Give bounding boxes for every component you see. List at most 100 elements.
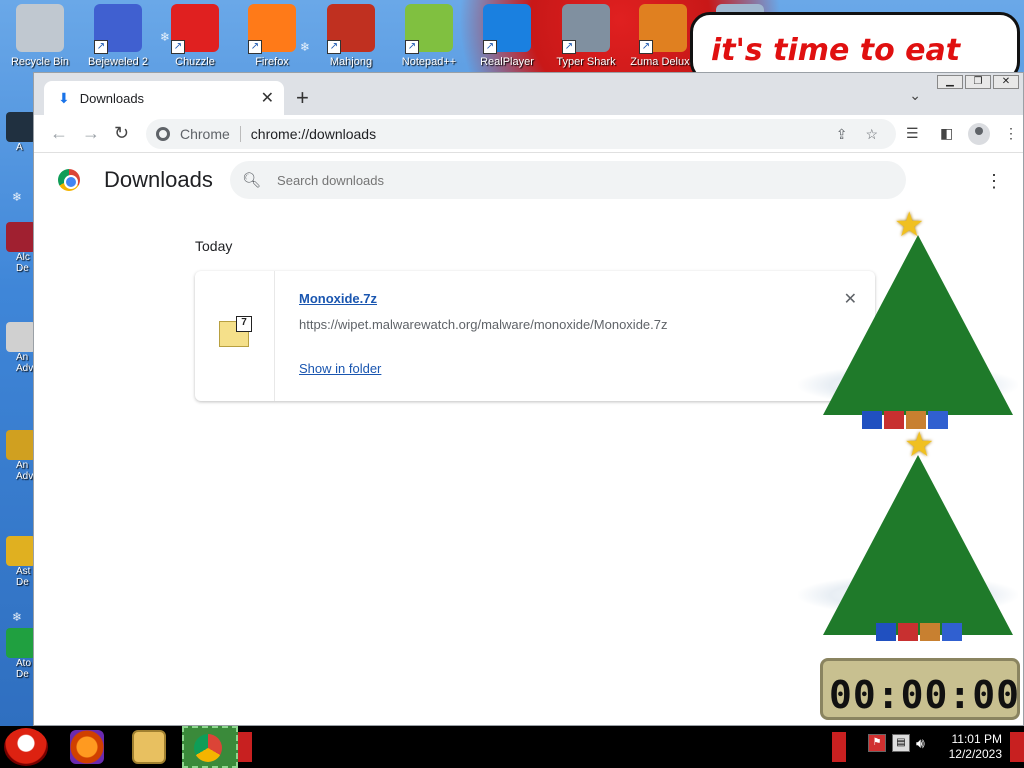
bookmark-star-icon[interactable]: ☆ [865, 126, 878, 143]
shortcut-arrow-icon: ↗ [483, 40, 497, 54]
volume-icon[interactable]: 🔊︎ [916, 735, 925, 752]
snowflake-icon: ❄ [12, 190, 23, 204]
page-title: Downloads [104, 167, 213, 192]
star-icon: ★ [904, 425, 935, 465]
menu-kebab-icon[interactable]: ⋮ [1004, 125, 1018, 142]
download-icon: ⬇ [58, 89, 70, 106]
desktop-icon[interactable]: ↗ Mahjong [313, 4, 389, 68]
tab-close-icon[interactable]: ✕ [261, 88, 274, 108]
shortcut-arrow-icon: ↗ [171, 40, 185, 54]
app-icon: ↗ [405, 4, 453, 54]
shortcut-arrow-icon: ↗ [562, 40, 576, 54]
desktop-icon-label: RealPlayer [480, 56, 534, 68]
snowflake-icon: ❄ [12, 610, 23, 624]
download-source-url: https://wipet.malwarewatch.org/malware/m… [299, 317, 668, 332]
start-button[interactable] [4, 728, 48, 766]
desktop-icon-label: Mahjong [329, 56, 373, 68]
taskbar-clock[interactable]: 11:01 PM 12/2/2023 [946, 732, 1002, 762]
system-tray: ⚑ ▤ 🔊︎ [868, 734, 925, 752]
forward-button[interactable]: → [82, 123, 100, 144]
back-button[interactable]: ← [50, 123, 68, 144]
clock-date: 12/2/2023 [948, 747, 1002, 761]
date-section-label: Today [195, 238, 233, 254]
desktop-icon[interactable]: An Adv [6, 430, 36, 482]
side-panel-icon[interactable]: ◧ [940, 125, 953, 142]
desktop-icon-label: Chuzzle [175, 56, 215, 68]
tree-cone [823, 455, 1013, 635]
app-icon [6, 322, 36, 352]
search-icon: 🔍︎ [242, 172, 262, 189]
reading-list-icon[interactable]: ☰ [906, 125, 919, 142]
desktop-icon[interactable]: ↗ Typer Shark [548, 4, 624, 68]
shortcut-arrow-icon: ↗ [94, 40, 108, 54]
downloads-header: Downloads 🔍︎ ⋮ [34, 153, 1023, 205]
desktop-icon-label: Bejeweled 2 [88, 56, 148, 68]
profile-avatar[interactable] [968, 123, 990, 145]
tray-network-icon[interactable]: ▤ [892, 734, 910, 752]
clock-widget[interactable]: 00:00:00 [820, 658, 1020, 720]
reload-button[interactable]: ↻ [114, 123, 129, 144]
tray-flag-icon[interactable]: ⚑ [868, 734, 886, 752]
christmas-tree-top: ★ [798, 205, 1018, 445]
desktop-icon[interactable]: A [6, 112, 36, 156]
tab-title: Downloads [79, 90, 145, 106]
app-icon: ↗ [94, 4, 142, 54]
gift-boxes [876, 623, 962, 641]
downloads-search[interactable]: 🔍︎ [230, 161, 906, 199]
star-icon: ★ [894, 205, 925, 245]
taskbar-firefox-icon[interactable] [70, 730, 104, 764]
desktop-icon[interactable]: ↗ Notepad++ [391, 4, 467, 68]
more-actions-icon[interactable]: ⋮ [985, 171, 1003, 192]
taskbar-chrome-button[interactable] [182, 726, 238, 768]
app-icon [6, 628, 36, 658]
tab-downloads[interactable]: ⬇ Downloads ✕ [44, 81, 284, 115]
desktop-icon[interactable]: Alc De [6, 222, 36, 274]
address-bar[interactable]: Chrome chrome://downloads ⇪ ☆ [146, 119, 896, 149]
app-icon [6, 222, 36, 252]
taskbar-explorer-icon[interactable] [132, 730, 166, 764]
download-item: Monoxide.7z https://wipet.malwarewatch.o… [195, 271, 875, 401]
app-icon: ↗ [248, 4, 296, 54]
url-text[interactable]: chrome://downloads [251, 126, 836, 142]
shortcut-arrow-icon: ↗ [639, 40, 653, 54]
new-tab-button[interactable]: + [296, 85, 309, 111]
christmas-tree-bottom: ★ [798, 425, 1018, 665]
taskbar-divider [238, 732, 252, 762]
app-icon: ↗ [483, 4, 531, 54]
maximize-button[interactable]: ❐ [965, 75, 991, 89]
taskbar: ⚑ ▤ 🔊︎ 11:01 PM 12/2/2023 [0, 726, 1024, 768]
desktop-icon[interactable]: Ast De [6, 536, 36, 588]
desktop-icon[interactable]: ↗ Chuzzle [157, 4, 233, 68]
clock-time: 11:01 PM [951, 732, 1002, 746]
app-icon [6, 536, 36, 566]
app-icon: ↗ [562, 4, 610, 54]
share-icon[interactable]: ⇪ [836, 126, 848, 143]
desktop-icon-label: Recycle Bin [10, 56, 70, 68]
shortcut-arrow-icon: ↗ [405, 40, 419, 54]
omnibox-divider [239, 126, 241, 142]
search-input[interactable] [277, 172, 838, 188]
app-icon: ↗ [171, 4, 219, 54]
show-in-folder-link[interactable]: Show in folder [299, 361, 381, 376]
omnibox-label: Chrome [180, 126, 230, 142]
chrome-site-icon [156, 127, 170, 141]
minimize-button[interactable]: ▁ [937, 75, 963, 89]
archive-file-icon [219, 316, 252, 347]
desktop-icon[interactable]: ↗ Bejeweled 2 [80, 4, 156, 68]
desktop-icon[interactable]: ↗ RealPlayer [469, 4, 545, 68]
close-window-button[interactable]: ✕ [993, 75, 1019, 89]
taskbar-divider [832, 732, 846, 762]
tab-search-chevron-icon[interactable]: ⌄ [909, 87, 921, 104]
app-icon: ↗ [639, 4, 687, 54]
desktop-icon[interactable]: An Adv [6, 322, 36, 374]
desktop-icon[interactable]: Recycle Bin [2, 4, 78, 68]
download-filename-link[interactable]: Monoxide.7z [299, 291, 377, 306]
file-icon-column [195, 271, 275, 401]
chrome-icon [194, 734, 222, 762]
app-icon [6, 430, 36, 460]
desktop-icon[interactable]: Ato De [6, 628, 36, 680]
desktop-icon-label: Notepad++ [401, 56, 457, 68]
desktop-icon[interactable]: ↗ Firefox [234, 4, 310, 68]
toolbar: ← → ↻ Chrome chrome://downloads ⇪ ☆ ☰ ◧ … [34, 115, 1023, 153]
tab-strip: ⬇ Downloads ✕ + ⌄ ▁ ❐ ✕ [34, 73, 1023, 115]
